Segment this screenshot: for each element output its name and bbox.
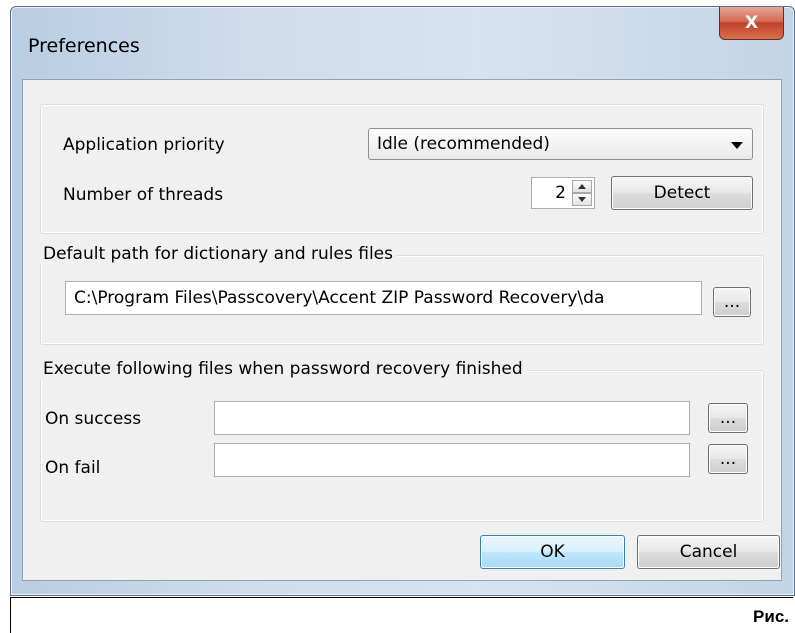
execute-files-legend: Execute following files when password re… — [39, 359, 527, 379]
figure-frame-top — [10, 597, 793, 598]
dictionary-path-group: Default path for dictionary and rules fi… — [39, 244, 764, 345]
detect-button[interactable]: Detect — [611, 176, 753, 210]
spin-down-icon[interactable] — [572, 193, 592, 206]
on-success-input[interactable] — [214, 401, 690, 435]
threads-label: Number of threads — [63, 185, 224, 205]
dictionary-path-input[interactable]: C:\Program Files\Passcovery\Accent ZIP P… — [65, 281, 702, 315]
preferences-window: Preferences X Application priority Idle … — [10, 6, 795, 596]
ok-button[interactable]: OK — [480, 535, 625, 569]
priority-label: Application priority — [63, 135, 225, 155]
dictionary-path-value: C:\Program Files\Passcovery\Accent ZIP P… — [74, 288, 605, 308]
spin-arrows — [572, 180, 592, 206]
dictionary-browse-button[interactable]: ... — [713, 287, 751, 317]
figure-caption: Рис. — [753, 607, 789, 626]
close-button[interactable]: X — [719, 7, 784, 40]
on-fail-label: On fail — [45, 458, 101, 478]
priority-selected-value: Idle (recommended) — [377, 134, 550, 154]
figure-frame-left — [10, 597, 11, 633]
general-settings-group: Application priority Idle (recommended) … — [40, 104, 764, 234]
on-success-label: On success — [45, 409, 142, 429]
window-title: Preferences — [28, 35, 140, 57]
chevron-down-icon — [731, 142, 743, 149]
execute-files-group: Execute following files when password re… — [39, 359, 764, 522]
on-fail-input[interactable] — [214, 443, 690, 477]
threads-value: 2 — [555, 183, 566, 203]
dialog-client-area: Application priority Idle (recommended) … — [22, 79, 782, 581]
on-success-browse-button[interactable]: ... — [708, 403, 748, 433]
spin-up-icon[interactable] — [572, 180, 592, 193]
dictionary-path-legend: Default path for dictionary and rules fi… — [39, 244, 397, 264]
threads-stepper[interactable]: 2 — [531, 177, 595, 209]
close-icon: X — [744, 13, 759, 33]
priority-select[interactable]: Idle (recommended) — [368, 128, 753, 160]
on-fail-browse-button[interactable]: ... — [708, 444, 748, 474]
cancel-button[interactable]: Cancel — [637, 535, 780, 569]
title-bar[interactable]: Preferences X — [11, 7, 794, 79]
